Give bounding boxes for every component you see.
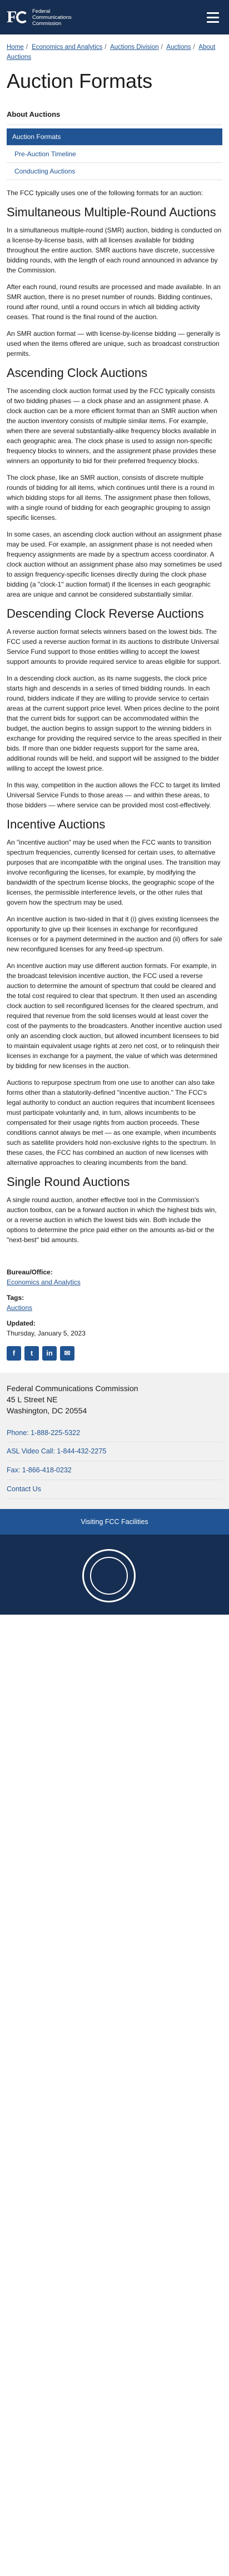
- paragraph: In a simultaneous multiple-round (SMR) a…: [7, 226, 222, 274]
- bureau-link[interactable]: Economics and Analytics: [7, 1278, 81, 1286]
- logo-text-line: Communications: [32, 14, 72, 21]
- footer-street: 45 L Street NE: [7, 1394, 58, 1404]
- paragraph: An SMR auction format — with license-by-…: [7, 329, 221, 358]
- paragraph: In some cases, an ascending clock auctio…: [7, 530, 222, 598]
- updated-date: Thursday, January 5, 2023: [7, 1329, 86, 1337]
- paragraph: A reverse auction format selects winners…: [7, 627, 221, 666]
- fcc-logo[interactable]: F Federal Communications Commission: [7, 8, 72, 27]
- page-meta: Bureau/Office: Economics and Analytics T…: [0, 1252, 229, 1338]
- email-share-icon[interactable]: ✉: [60, 1346, 74, 1361]
- site-header: F Federal Communications Commission: [0, 0, 229, 34]
- side-nav: About Auctions Auction Formats Pre-Aucti…: [0, 93, 229, 180]
- section-heading-incentive: Incentive Auctions: [7, 817, 106, 831]
- main-content: The FCC typically uses one of the follow…: [0, 180, 229, 1245]
- page-title: Auction Formats: [7, 70, 153, 92]
- footer-contact-list: Phone: 1-888-225-5322 ASL Video Call: 1-…: [7, 1424, 222, 1499]
- paragraph: The clock phase, like an SMR auction, co…: [7, 473, 215, 522]
- updated-label: Updated:: [7, 1319, 36, 1327]
- hamburger-menu-icon[interactable]: [203, 8, 222, 27]
- footer-org-name: Federal Communications Commission: [7, 1383, 138, 1393]
- logo-text-line: Commission: [32, 20, 62, 27]
- breadcrumb-home[interactable]: Home: [7, 44, 24, 51]
- side-nav-heading: About Auctions: [7, 109, 222, 125]
- paragraph: In this way, competition in the auction …: [7, 781, 220, 809]
- tag-link-auctions[interactable]: Auctions: [7, 1304, 32, 1312]
- breadcrumb-auctions[interactable]: Auctions: [166, 44, 191, 51]
- footer-asl-link[interactable]: ASL Video Call: 1-844-432-2275: [7, 1442, 222, 1461]
- fcc-seal-icon: [82, 1549, 136, 1603]
- fcc-logo-icon: F: [7, 8, 28, 27]
- breadcrumb-economics[interactable]: Economics and Analytics: [32, 44, 102, 51]
- paragraph: An "incentive auction" may be used when …: [7, 838, 221, 906]
- paragraph: An incentive auction is two-sided in tha…: [7, 915, 222, 953]
- footer-phone-link[interactable]: Phone: 1-888-225-5322: [7, 1424, 222, 1443]
- paragraph: The ascending clock auction format used …: [7, 386, 217, 465]
- footer-fax-link[interactable]: Fax: 1-866-418-0232: [7, 1461, 222, 1480]
- side-nav-item-conducting-auctions[interactable]: Conducting Auctions: [7, 163, 222, 180]
- side-nav-item-pre-auction-timeline[interactable]: Pre-Auction Timeline: [7, 146, 222, 163]
- facebook-share-icon[interactable]: f: [7, 1346, 21, 1361]
- site-footer: Federal Communications Commission 45 L S…: [0, 1372, 229, 1509]
- section-heading-descending-clock: Descending Clock Reverse Auctions: [7, 606, 204, 621]
- logo-text: Federal Communications Commission: [32, 8, 72, 27]
- tags-label: Tags:: [7, 1293, 24, 1302]
- footer-city: Washington, DC 20554: [7, 1406, 87, 1415]
- bureau-label: Bureau/Office:: [7, 1268, 53, 1276]
- section-heading-single-round: Single Round Auctions: [7, 1174, 130, 1189]
- section-heading-ascending-clock: Ascending Clock Auctions: [7, 365, 148, 380]
- breadcrumb: Home / Economics and Analytics / Auctions …: [7, 44, 216, 61]
- bottom-footer: [0, 1535, 229, 1615]
- breadcrumb-auctions-division[interactable]: Auctions Division: [110, 44, 159, 51]
- side-nav-item-auction-formats[interactable]: Auction Formats: [7, 128, 222, 146]
- twitter-share-icon[interactable]: t: [24, 1346, 39, 1361]
- paragraph: Auctions to repurpose spectrum from one …: [7, 1078, 216, 1167]
- footer-address: Federal Communications Commission 45 L S…: [7, 1383, 222, 1416]
- section-heading-smr: Simultaneous Multiple-Round Auctions: [7, 205, 216, 219]
- paragraph: In a descending clock auction, as its na…: [7, 674, 222, 772]
- intro-paragraph: The FCC typically uses one of the follow…: [7, 188, 203, 197]
- paragraph: An incentive auction may use different a…: [7, 961, 222, 1070]
- share-buttons: f t in ✉: [0, 1341, 229, 1361]
- footer-contact-us-link[interactable]: Contact Us: [7, 1480, 222, 1499]
- logo-text-line: Federal: [32, 8, 51, 14]
- paragraph: A single round auction, another effectiv…: [7, 1195, 217, 1244]
- paragraph: After each round, round results are proc…: [7, 282, 221, 321]
- linkedin-share-icon[interactable]: in: [42, 1346, 57, 1361]
- visiting-fcc-facilities-link[interactable]: Visiting FCC Facilities: [0, 1508, 229, 1535]
